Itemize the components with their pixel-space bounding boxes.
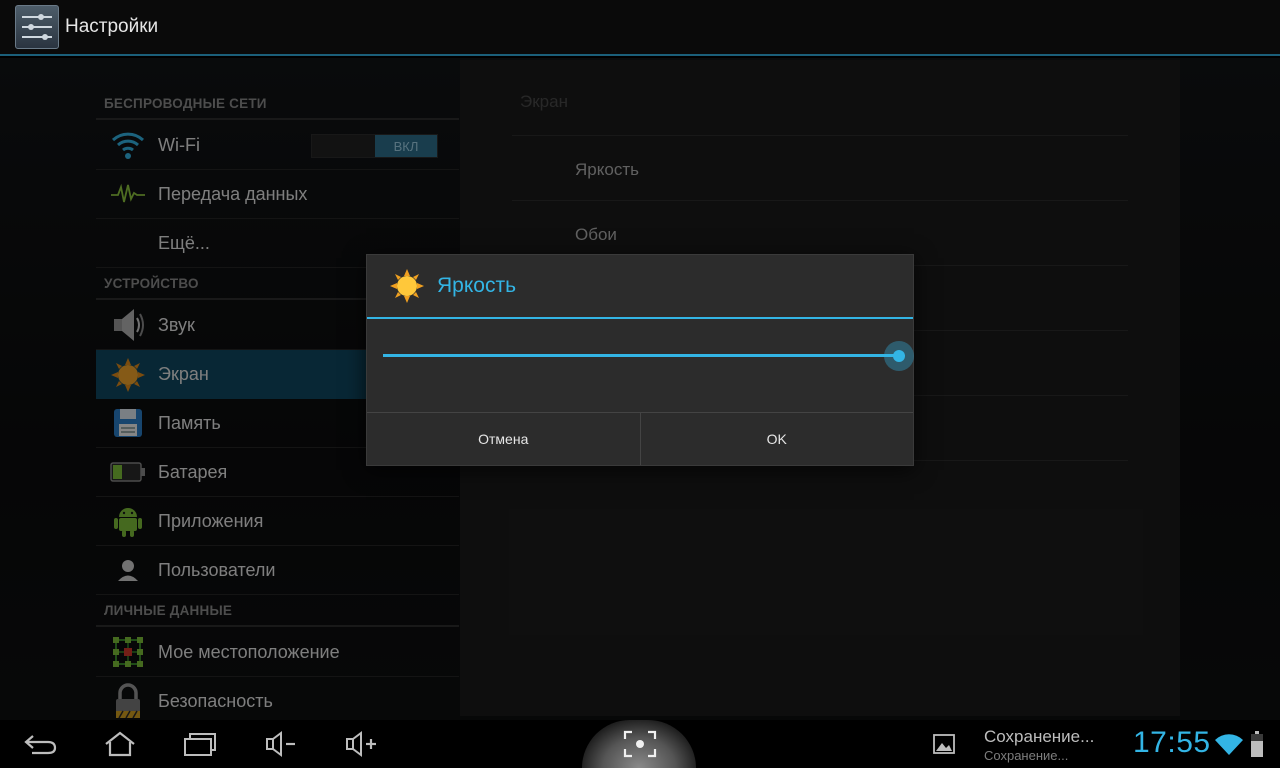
dialog-buttons: Отмена OK [367, 412, 913, 465]
home-button[interactable] [98, 728, 142, 760]
action-bar: Настройки [0, 0, 1280, 56]
notification-subtitle: Сохранение... [984, 748, 1069, 763]
volume-down-button[interactable] [258, 728, 302, 760]
notification-title[interactable]: Сохранение... [984, 727, 1094, 747]
volume-down-icon [266, 731, 295, 757]
brightness-slider-thumb[interactable] [884, 341, 914, 371]
gallery-notification-icon[interactable] [932, 732, 956, 756]
brightness-slider-track[interactable] [383, 354, 899, 357]
back-button[interactable] [18, 728, 62, 760]
clock[interactable]: 17:55 [1133, 726, 1211, 760]
dialog-header: Яркость [367, 255, 913, 319]
dialog-title: Яркость [437, 274, 517, 297]
volume-up-icon [346, 731, 376, 757]
wifi-signal-icon[interactable] [1214, 732, 1244, 756]
settings-sliders-icon[interactable] [15, 5, 59, 49]
sun-icon [390, 269, 424, 303]
volume-up-button[interactable] [338, 728, 382, 760]
screenshot-button[interactable] [618, 728, 662, 760]
recent-apps-button[interactable] [178, 728, 222, 760]
cancel-button[interactable]: Отмена [367, 413, 640, 465]
back-icon [24, 735, 57, 755]
ok-button[interactable]: OK [639, 413, 914, 465]
brightness-dialog: Яркость Отмена OK [366, 254, 914, 466]
app-title: Настройки [65, 16, 159, 37]
recent-apps-icon [184, 733, 216, 756]
battery-status-icon[interactable] [1251, 731, 1263, 757]
screenshot-icon [623, 730, 657, 758]
home-icon [105, 731, 135, 757]
navigation-bar: Сохранение... Сохранение... 17:55 [0, 720, 1280, 768]
